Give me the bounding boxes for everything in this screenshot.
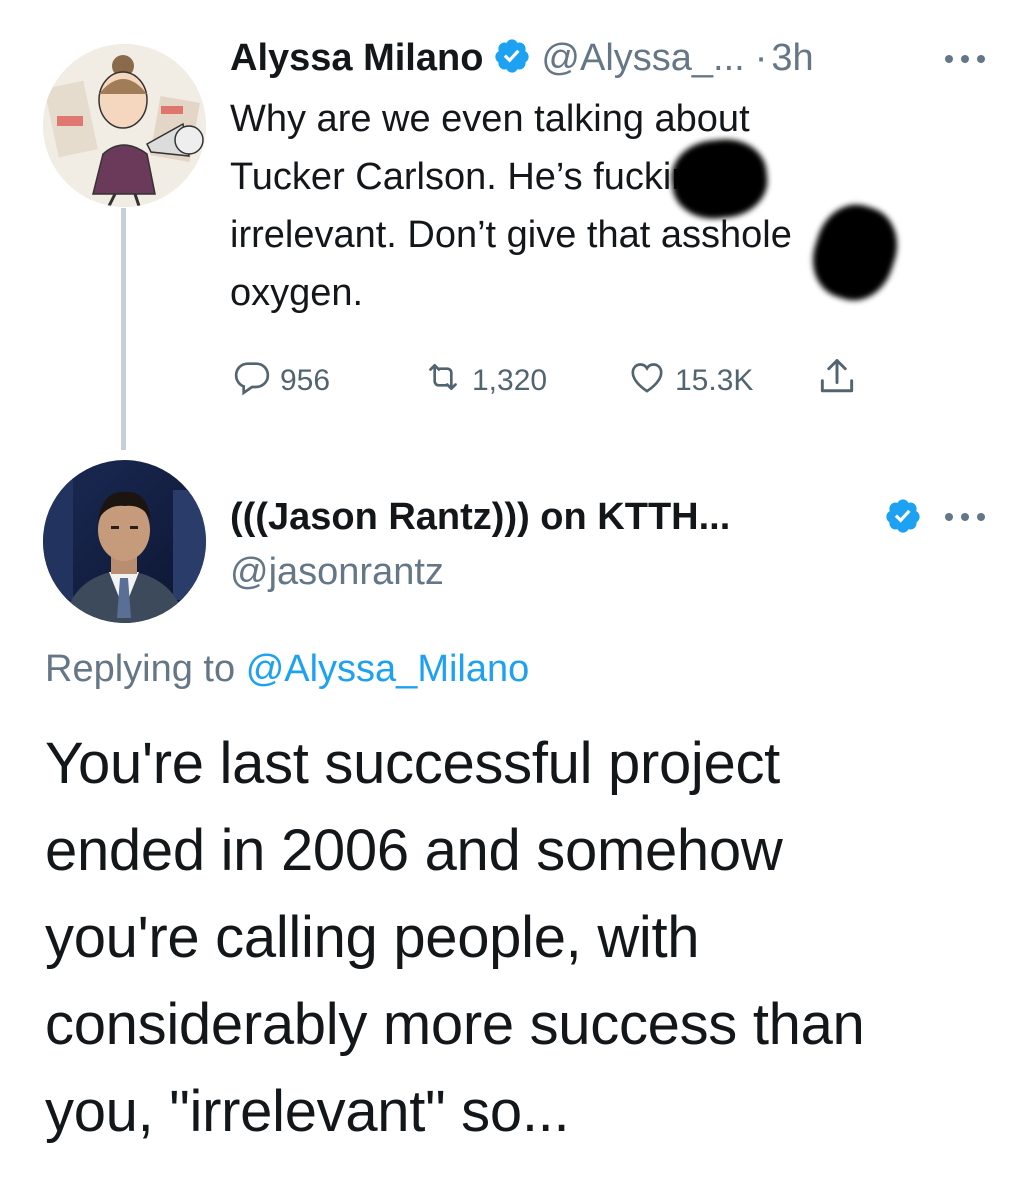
more-dots-icon[interactable] <box>942 510 988 528</box>
tweet1-actions: 956 1,320 15.3K <box>230 355 865 407</box>
separator-dot: · <box>754 37 768 79</box>
more-dots-icon[interactable] <box>942 52 988 70</box>
verified-badge-icon <box>884 497 922 540</box>
tweet2-header: (((Jason Rantz))) on KTTH... <box>230 495 730 539</box>
replying-to-context: Replying to @Alyssa_Milano <box>45 648 529 691</box>
tweet2-line: considerably more success than <box>45 992 865 1057</box>
reply-count: 956 <box>280 364 331 397</box>
retweet-icon <box>420 357 472 405</box>
author-name[interactable]: (((Jason Rantz))) on KTTH... <box>230 495 730 539</box>
reply-icon <box>230 357 280 405</box>
author-handle[interactable]: @jasonrantz <box>230 550 444 594</box>
retweet-count: 1,320 <box>472 364 548 397</box>
tweet2-line: ended in 2006 and somehow <box>45 818 783 883</box>
share-icon <box>815 355 865 407</box>
tweet-time[interactable]: 3h <box>771 36 813 80</box>
author-handle[interactable]: @Alyssa_... <box>541 36 744 80</box>
profile-photo <box>43 460 206 623</box>
thread-connector-line <box>121 208 126 450</box>
jason-avatar[interactable] <box>43 460 206 623</box>
tweet2-body: You're last successful project ended in … <box>45 720 1005 1155</box>
share-action[interactable] <box>815 355 865 407</box>
heart-icon <box>625 357 675 405</box>
verified-badge-icon <box>493 37 531 80</box>
tweet1-line: Why are we even talking about <box>230 98 750 140</box>
like-action[interactable]: 15.3K <box>625 355 815 407</box>
author-name[interactable]: Alyssa Milano <box>230 36 483 80</box>
like-count: 15.3K <box>675 364 754 397</box>
replying-mention-link[interactable]: @Alyssa_Milano <box>246 648 530 690</box>
caricature-image <box>43 44 206 207</box>
replying-prefix: Replying to <box>45 648 236 690</box>
retweet-action[interactable]: 1,320 <box>420 355 625 407</box>
alyssa-avatar[interactable] <box>43 44 206 207</box>
tweet2-line: you're calling people, with <box>45 905 700 970</box>
tweet2-line: You're last successful project <box>45 731 780 796</box>
tweet1-line: Tucker Carlson. He’s fucking <box>230 156 714 198</box>
tweet2-line: you, "irrelevant" so... <box>45 1079 570 1144</box>
tweet1-header: Alyssa Milano @Alyssa_... · 3h <box>230 36 814 80</box>
reply-action[interactable]: 956 <box>230 355 420 407</box>
